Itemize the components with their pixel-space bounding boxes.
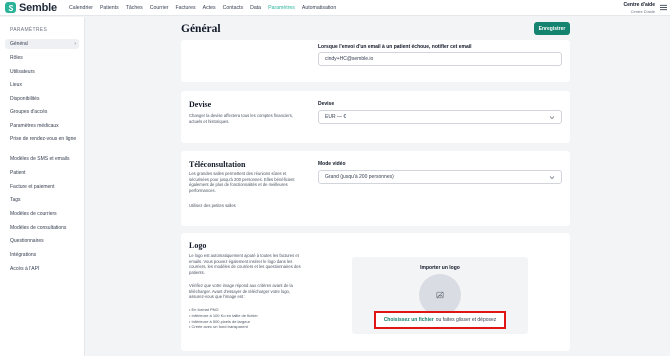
nav-actes[interactable]: Actes <box>203 0 216 16</box>
nav-parametres[interactable]: Paramètres <box>268 0 295 16</box>
sidebar-item-utilisateurs[interactable]: Utilisateurs <box>5 69 79 76</box>
video-mode-select[interactable]: Grand (jusqu'à 200 personnes) <box>318 170 562 184</box>
small-rooms-option[interactable]: Utilisez des petites salles <box>189 203 305 209</box>
teleconsultation-description: Les grandes salles permettent des réunio… <box>189 171 295 193</box>
currency-value: EUR — € <box>325 114 347 120</box>
chevron-down-icon <box>549 116 555 120</box>
upload-file-action[interactable]: Choisissez un fichier ou faites glisser … <box>374 311 506 329</box>
chevron-down-icon <box>549 176 555 180</box>
currency-card: Devise Changer la devise affectera tous … <box>181 91 570 143</box>
nav-contacts[interactable]: Contacts <box>223 0 243 16</box>
logo-title: Logo <box>189 241 207 250</box>
settings-sidebar: PARAMÈTRES Général › Rôles Utilisateurs … <box>0 17 85 356</box>
brand[interactable]: Semble <box>5 2 65 14</box>
email-notification-card: Lorsque l'envoi d'un email à un patient … <box>181 40 570 82</box>
nav-patients[interactable]: Patients <box>100 0 119 16</box>
list-item: • Créée avec un fond transparent <box>189 324 248 330</box>
sidebar-item-groupes-acces[interactable]: Groupes d'accès <box>5 109 79 116</box>
sidebar-item-disponibilites[interactable]: Disponibilités <box>5 96 79 103</box>
choose-file-link[interactable]: Choisissez un fichier <box>384 317 434 323</box>
nav-taches[interactable]: Tâches <box>126 0 143 16</box>
sidebar-item-modeles-courriers[interactable]: Modèles de courriers <box>5 211 79 218</box>
email-notification-value: cindy+HC@semble.io <box>325 56 374 62</box>
sidebar-item-facture[interactable]: Facture et paiement <box>5 184 79 191</box>
video-mode-label: Mode vidéo <box>318 161 346 167</box>
nav-calendrier[interactable]: Calendrier <box>69 0 93 16</box>
sidebar-heading: PARAMÈTRES <box>10 27 48 33</box>
currency-label: Devise <box>318 101 335 107</box>
nav-data[interactable]: Data <box>250 0 261 16</box>
nav-factures[interactable]: Factures <box>175 0 195 16</box>
teleconsultation-title: Téléconsultation <box>189 160 246 169</box>
sidebar-item-patient[interactable]: Patient <box>5 170 79 177</box>
drag-drop-text: ou faites glisser et déposez <box>435 317 497 323</box>
sidebar-item-parametres-medicaux[interactable]: Paramètres médicaux <box>5 123 79 130</box>
email-notification-label: Lorsque l'envoi d'un email à un patient … <box>318 44 472 50</box>
logo-upload-dropzone[interactable]: Importer un logo Choisissez un fichier o… <box>352 257 528 334</box>
chevron-right-icon: › <box>74 41 76 47</box>
logo-card: Logo Le logo est automatiquement ajouté … <box>181 233 570 351</box>
currency-select[interactable]: EUR — € <box>318 110 562 124</box>
image-placeholder-icon <box>436 291 444 299</box>
hamburger-menu-icon[interactable] <box>660 4 667 11</box>
sidebar-item-tags[interactable]: Tags <box>5 197 79 204</box>
email-notification-field[interactable]: cindy+HC@semble.io <box>318 52 562 66</box>
teleconsultation-card: Téléconsultation Les grandes salles perm… <box>181 151 570 226</box>
nav-courrier[interactable]: Courrier <box>150 0 169 16</box>
top-navigation: Semble Calendrier Patients Tâches Courri… <box>0 0 670 16</box>
upload-title: Importer un logo <box>420 265 460 271</box>
logo-placeholder <box>419 274 461 316</box>
sidebar-item-general[interactable]: Général › <box>5 39 79 49</box>
semble-logo-icon <box>5 2 16 13</box>
save-button[interactable]: Enregistrer <box>534 22 570 35</box>
currency-description: Changer la devise affectera tous les com… <box>189 113 293 124</box>
sidebar-item-modeles-sms[interactable]: Modèles de SMS et emails <box>5 156 79 163</box>
brand-name: Semble <box>19 1 57 14</box>
logo-description: Le logo est automatiquement ajouté à tou… <box>189 253 301 275</box>
sidebar-item-modeles-consultations[interactable]: Modèles de consultations <box>5 225 79 232</box>
sidebar-item-prise-rdv[interactable]: Prise de rendez-vous en ligne <box>5 136 79 143</box>
nav-automatisation[interactable]: Automatisation <box>302 0 336 16</box>
sidebar-item-roles[interactable]: Rôles <box>5 55 79 62</box>
help-center[interactable]: Centre d'aide Centre D'aide <box>624 2 655 14</box>
page-title: Général <box>181 23 221 35</box>
sidebar-item-acces-api[interactable]: Accès à l'API <box>5 266 79 273</box>
logo-requirements-list: • En format PNG • Inférieure à 100 Ko en… <box>189 307 258 330</box>
help-center-subtitle: Centre D'aide <box>630 9 655 14</box>
currency-title: Devise <box>189 100 212 109</box>
logo-requirements-intro: Vérifiez que votre image répond aux crit… <box>189 283 293 300</box>
sidebar-item-questionnaires[interactable]: Questionnaires <box>5 238 79 245</box>
help-center-title: Centre d'aide <box>623 2 655 8</box>
video-mode-value: Grand (jusqu'à 200 personnes) <box>325 174 394 180</box>
sidebar-item-integrations[interactable]: Intégrations <box>5 252 79 259</box>
sidebar-item-lieux[interactable]: Lieux <box>5 82 79 89</box>
sidebar-item-label: Général <box>10 41 28 47</box>
main-nav: Calendrier Patients Tâches Courrier Fact… <box>69 0 343 16</box>
